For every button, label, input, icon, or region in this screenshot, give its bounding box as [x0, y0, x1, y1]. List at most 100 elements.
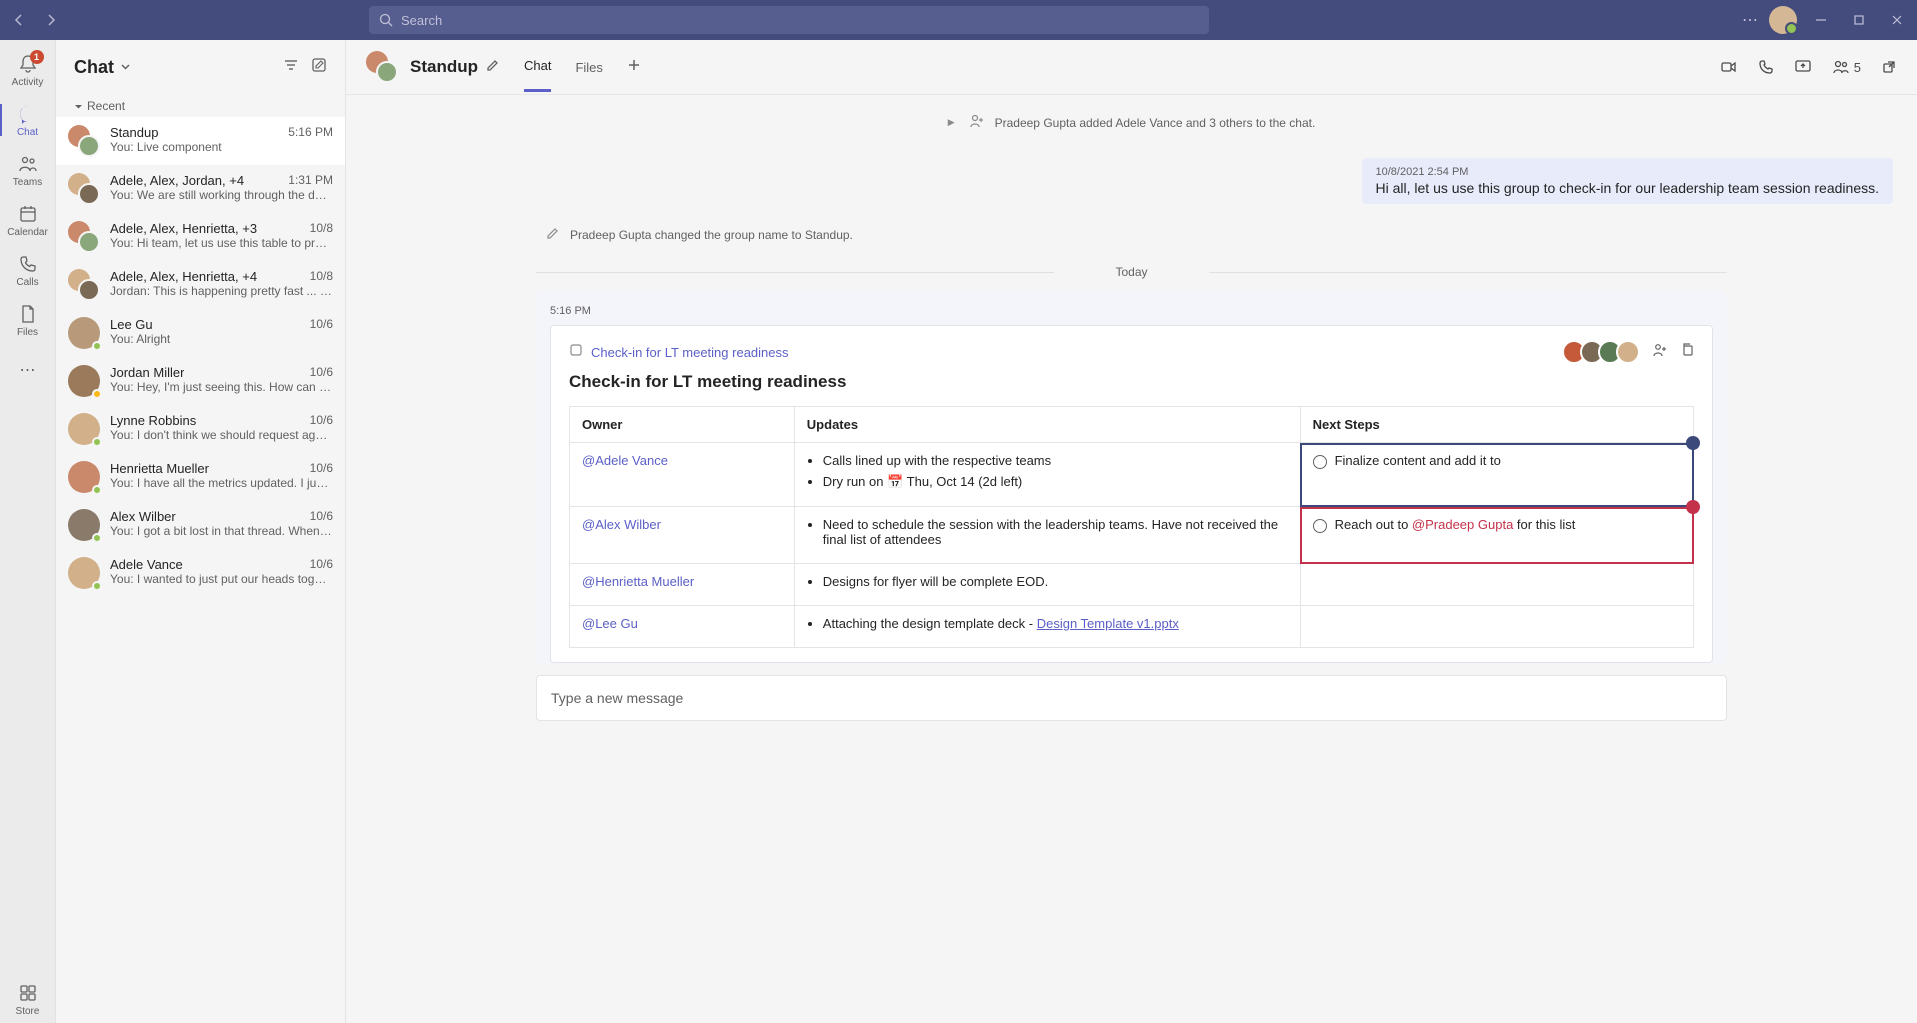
chat-time: 10/6 [310, 365, 333, 380]
chat-list-item[interactable]: Standup5:16 PMYou: Live component [56, 117, 345, 165]
chat-preview: Jordan: This is happening pretty fast ..… [110, 284, 333, 298]
owner-mention[interactable]: @Adele Vance [582, 453, 668, 468]
checkbox[interactable] [1313, 519, 1327, 533]
participants-count: 5 [1854, 60, 1861, 75]
search-wrap: Search [369, 6, 1209, 34]
collaborator-avatar [1616, 340, 1640, 364]
teams-icon [17, 153, 39, 175]
tab-chat[interactable]: Chat [524, 42, 551, 92]
chat-avatar [68, 125, 100, 157]
table-row[interactable]: @Henrietta Mueller Designs for flyer wil… [570, 564, 1694, 606]
recent-header[interactable]: Recent [56, 95, 345, 117]
table-row[interactable]: @Lee Gu Attaching the design template de… [570, 606, 1694, 648]
filter-button[interactable] [283, 57, 299, 78]
participants-button[interactable]: 5 [1832, 58, 1861, 76]
chat-time: 10/6 [310, 509, 333, 524]
chat-list-item[interactable]: Lee Gu10/6You: Alright [56, 309, 345, 357]
expand-arrow-icon[interactable]: ▶ [948, 117, 955, 128]
search-input[interactable]: Search [369, 6, 1209, 34]
chat-list-item[interactable]: Alex Wilber10/6You: I got a bit lost in … [56, 501, 345, 549]
owner-mention[interactable]: @Lee Gu [582, 616, 638, 631]
presence-cursor [1686, 500, 1700, 514]
tab-files[interactable]: Files [575, 44, 602, 91]
chat-name: Alex Wilber [110, 509, 176, 524]
current-user-avatar[interactable] [1769, 6, 1797, 34]
chat-list-item[interactable]: Adele, Alex, Henrietta, +410/8Jordan: Th… [56, 261, 345, 309]
chat-list-item[interactable]: Adele, Alex, Henrietta, +310/8You: Hi te… [56, 213, 345, 261]
owner-mention[interactable]: @Henrietta Mueller [582, 574, 694, 589]
chat-list-item[interactable]: Jordan Miller10/6You: Hey, I'm just seei… [56, 357, 345, 405]
chat-list-item[interactable]: Adele, Alex, Jordan, +41:31 PMYou: We ar… [56, 165, 345, 213]
chat-name: Jordan Miller [110, 365, 184, 380]
chat-name: Henrietta Mueller [110, 461, 209, 476]
card-collaborators[interactable] [1568, 340, 1640, 364]
add-tab-button[interactable] [627, 58, 641, 77]
rail-files[interactable]: Files [0, 296, 56, 344]
more-button[interactable]: ⋯ [1742, 10, 1759, 30]
chat-list-item[interactable]: Adele Vance10/6You: I wanted to just put… [56, 549, 345, 597]
chat-list-item[interactable]: Lynne Robbins10/6You: I don't think we s… [56, 405, 345, 453]
file-link[interactable]: Design Template v1.pptx [1037, 616, 1179, 631]
copy-component-button[interactable] [1680, 342, 1694, 363]
next-step-cell[interactable]: Reach out to @Pradeep Gupta for this lis… [1300, 507, 1693, 564]
titlebar: Search ⋯ [0, 0, 1917, 40]
rail-calls[interactable]: Calls [0, 246, 56, 294]
presence-cursor [1686, 436, 1700, 450]
conversation-tabs: Chat Files [524, 42, 641, 92]
window-minimize-button[interactable] [1807, 7, 1835, 33]
app-rail: 1 Activity Chat Teams Calendar [0, 40, 56, 1023]
rename-button[interactable] [486, 58, 500, 77]
plus-icon [627, 58, 641, 72]
screen-share-button[interactable] [1794, 58, 1812, 76]
window-close-button[interactable] [1883, 7, 1911, 33]
chevron-down-icon[interactable] [120, 59, 131, 77]
update-item: Calls lined up with the respective teams [823, 453, 1288, 468]
conversation-body[interactable]: ▶ Pradeep Gupta added Adele Vance and 3 … [346, 95, 1917, 1023]
rail-more[interactable]: ⋯ [0, 346, 56, 394]
chat-list: Chat Recent Standup5:16 PMYou: Live comp… [56, 40, 346, 1023]
owner-mention[interactable]: @Alex Wilber [582, 517, 661, 532]
table-row[interactable]: @Alex Wilber Need to schedule the sessio… [570, 507, 1694, 564]
col-updates: Updates [794, 407, 1300, 443]
chat-list-item[interactable]: Henrietta Mueller10/6You: I have all the… [56, 453, 345, 501]
next-step-cell[interactable]: Finalize content and add it to [1300, 443, 1693, 507]
rail-teams[interactable]: Teams [0, 146, 56, 194]
chat-avatar [68, 461, 100, 493]
table-row[interactable]: @Adele Vance Calls lined up with the res… [570, 443, 1694, 507]
share-component-button[interactable] [1652, 342, 1668, 363]
live-component-card[interactable]: 5:16 PM Check-in for LT meeting readines… [536, 291, 1727, 665]
card-timestamp: 5:16 PM [550, 305, 1713, 317]
outgoing-message: 10/8/2021 2:54 PM Hi all, let us use thi… [346, 150, 1917, 212]
next-step-cell[interactable] [1300, 606, 1693, 648]
next-step-text: Finalize content and add it to [1335, 453, 1501, 468]
titlebar-right: ⋯ [1742, 6, 1911, 34]
system-message-renamed: Pradeep Gupta changed the group name to … [346, 212, 1917, 257]
rail-activity[interactable]: 1 Activity [0, 46, 56, 94]
chat-preview: You: Hi team, let us use this table to p… [110, 236, 333, 250]
rail-calendar[interactable]: Calendar [0, 196, 56, 244]
audio-call-button[interactable] [1758, 59, 1774, 75]
popout-icon [1881, 59, 1897, 75]
window-maximize-button[interactable] [1845, 7, 1873, 33]
message-bubble[interactable]: 10/8/2021 2:54 PM Hi all, let us use thi… [1362, 158, 1893, 204]
mention[interactable]: @Pradeep Gupta [1412, 517, 1513, 532]
rail-store[interactable]: Store [0, 975, 56, 1023]
next-step-cell[interactable] [1300, 564, 1693, 606]
system-added-text: Pradeep Gupta added Adele Vance and 3 ot… [995, 116, 1316, 130]
nav-back-button[interactable] [6, 7, 32, 33]
file-icon [17, 303, 39, 325]
nav-forward-button[interactable] [38, 7, 64, 33]
chat-avatar [68, 269, 100, 301]
video-call-button[interactable] [1720, 58, 1738, 76]
people-add-icon [969, 113, 985, 132]
phone-icon [1758, 59, 1774, 75]
compose-box[interactable]: Type a new message [536, 675, 1727, 721]
new-chat-button[interactable] [311, 57, 327, 78]
card-link[interactable]: Check-in for LT meeting readiness [591, 345, 789, 360]
recent-label: Recent [87, 99, 125, 113]
checkin-table[interactable]: Owner Updates Next Steps @Adele Vance Ca [569, 406, 1694, 648]
popout-button[interactable] [1881, 59, 1897, 75]
checkbox[interactable] [1313, 455, 1327, 469]
conversation-avatar [366, 51, 398, 83]
rail-chat[interactable]: Chat [0, 96, 56, 144]
